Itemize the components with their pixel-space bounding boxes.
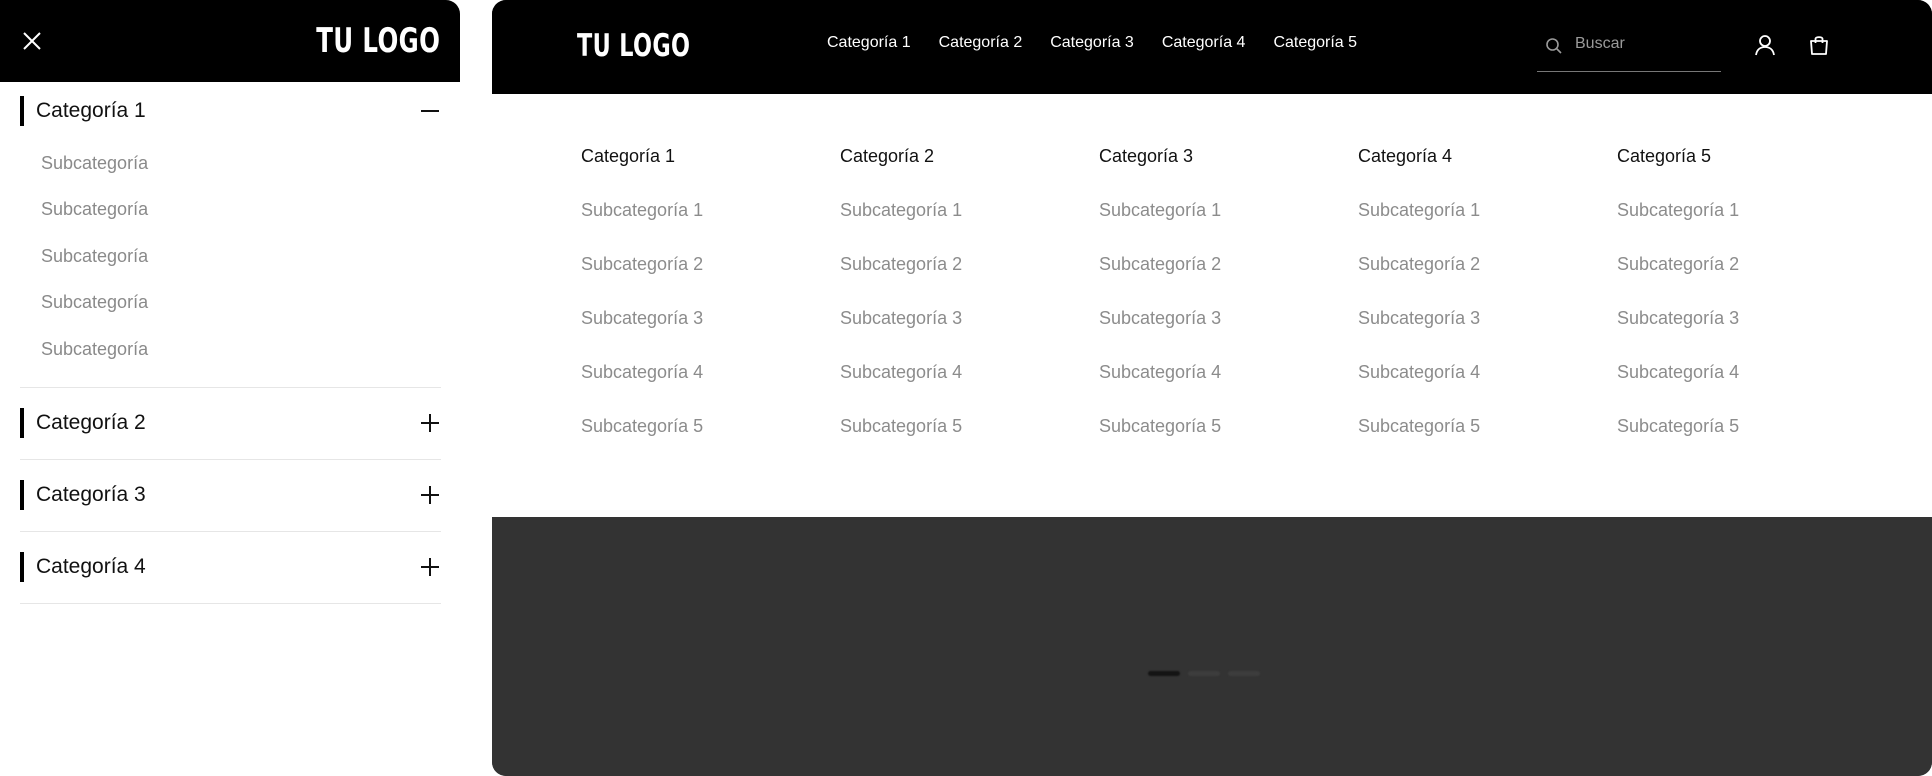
mobile-category-label: Categoría 2 bbox=[36, 411, 146, 434]
mega-menu: Categoría 1 Subcategoría 1 Subcategoría 2 S… bbox=[492, 94, 1932, 517]
accent-bar bbox=[20, 96, 24, 126]
nav-item-categoria-1[interactable]: Categoría 1 bbox=[827, 34, 911, 52]
mobile-category-label: Categoría 4 bbox=[36, 555, 146, 578]
mega-menu-link[interactable]: Subcategoría 1 bbox=[840, 200, 1060, 222]
search-icon bbox=[1545, 37, 1563, 55]
mobile-logo[interactable]: TU LOGO bbox=[316, 21, 440, 61]
mega-menu-link[interactable]: Subcategoría 5 bbox=[1358, 416, 1578, 438]
desktop-view: TU LOGO Categoría 1 Categoría 2 Categoría … bbox=[492, 0, 1932, 776]
mega-menu-link[interactable]: Subcategoría 1 bbox=[581, 200, 801, 222]
mega-menu-link[interactable]: Subcategoría 4 bbox=[581, 362, 801, 384]
mega-menu-link[interactable]: Subcategoría 5 bbox=[840, 416, 1060, 438]
mega-menu-link[interactable]: Subcategoría 2 bbox=[1358, 254, 1578, 276]
mega-menu-title[interactable]: Categoría 2 bbox=[840, 146, 1060, 168]
mega-menu-link[interactable]: Subcategoría 4 bbox=[1099, 362, 1319, 384]
mega-menu-link[interactable]: Subcategoría 2 bbox=[1617, 254, 1837, 276]
mega-menu-link[interactable]: Subcategoría 1 bbox=[1617, 200, 1837, 222]
mega-menu-link[interactable]: Subcategoría 1 bbox=[1358, 200, 1578, 222]
mobile-category-header[interactable]: Categoría 1 bbox=[20, 82, 441, 140]
carousel-dot[interactable] bbox=[1228, 671, 1260, 676]
mobile-category-header[interactable]: Categoría 2 bbox=[20, 388, 441, 459]
mega-menu-link[interactable]: Subcategoría 3 bbox=[1617, 308, 1837, 330]
mega-menu-link[interactable]: Subcategoría 3 bbox=[581, 308, 801, 330]
mega-menu-title[interactable]: Categoría 1 bbox=[581, 146, 801, 168]
mobile-category-title: Categoría 2 bbox=[20, 408, 146, 438]
mega-menu-link[interactable]: Subcategoría 2 bbox=[840, 254, 1060, 276]
carousel-indicators bbox=[1148, 671, 1260, 676]
mobile-subcategory-link[interactable]: Subcategoría bbox=[41, 233, 441, 280]
nav-item-categoria-2[interactable]: Categoría 2 bbox=[939, 34, 1023, 52]
close-icon[interactable] bbox=[20, 29, 44, 53]
mega-menu-link[interactable]: Subcategoría 2 bbox=[1099, 254, 1319, 276]
desktop-logo[interactable]: TU LOGO bbox=[577, 28, 690, 64]
mega-menu-column: Categoría 4 Subcategoría 1 Subcategoría 2 S… bbox=[1358, 146, 1578, 470]
mobile-category-label: Categoría 1 bbox=[36, 99, 146, 122]
mobile-subcategory-link[interactable]: Subcategoría bbox=[41, 187, 441, 234]
mobile-header: TU LOGO bbox=[0, 0, 460, 82]
main-nav: Categoría 1 Categoría 2 Categoría 3 Categor… bbox=[827, 34, 1385, 52]
mobile-category-title: Categoría 4 bbox=[20, 552, 146, 582]
accent-bar bbox=[20, 552, 24, 582]
mega-menu-link[interactable]: Subcategoría 3 bbox=[1358, 308, 1578, 330]
mega-menu-link[interactable]: Subcategoría 4 bbox=[840, 362, 1060, 384]
mega-menu-link[interactable]: Subcategoría 5 bbox=[1617, 416, 1837, 438]
mobile-category-header[interactable]: Categoría 3 bbox=[20, 460, 441, 531]
mobile-subcategory-link[interactable]: Subcategoría bbox=[41, 140, 441, 187]
desktop-header: TU LOGO Categoría 1 Categoría 2 Categoría … bbox=[492, 0, 1932, 94]
plus-icon[interactable] bbox=[419, 412, 441, 434]
mega-menu-link[interactable]: Subcategoría 3 bbox=[840, 308, 1060, 330]
mobile-category-title: Categoría 1 bbox=[20, 96, 146, 126]
user-icon[interactable] bbox=[1754, 34, 1776, 56]
plus-icon[interactable] bbox=[419, 484, 441, 506]
mega-menu-column: Categoría 3 Subcategoría 1 Subcategoría 2 S… bbox=[1099, 146, 1319, 470]
mobile-category: Categoría 1 Subcategoría Subcategoría Subca… bbox=[20, 82, 441, 388]
shopping-bag-icon[interactable] bbox=[1808, 34, 1830, 56]
mega-menu-link[interactable]: Subcategoría 3 bbox=[1099, 308, 1319, 330]
plus-icon[interactable] bbox=[419, 556, 441, 578]
mega-menu-column: Categoría 2 Subcategoría 1 Subcategoría 2 S… bbox=[840, 146, 1060, 470]
hero-banner bbox=[492, 517, 1932, 776]
nav-item-categoria-3[interactable]: Categoría 3 bbox=[1050, 34, 1134, 52]
mobile-menu-panel: TU LOGO Categoría 1 Subcategoría Subcatego… bbox=[0, 0, 460, 776]
search-box[interactable] bbox=[1537, 30, 1721, 72]
mega-menu-column: Categoría 1 Subcategoría 1 Subcategoría 2 S… bbox=[581, 146, 801, 470]
mobile-category-title: Categoría 3 bbox=[20, 480, 146, 510]
mega-menu-link[interactable]: Subcategoría 5 bbox=[1099, 416, 1319, 438]
mobile-category-label: Categoría 3 bbox=[36, 483, 146, 506]
carousel-dot[interactable] bbox=[1188, 671, 1220, 676]
accent-bar bbox=[20, 408, 24, 438]
nav-item-categoria-5[interactable]: Categoría 5 bbox=[1273, 34, 1357, 52]
mega-menu-title[interactable]: Categoría 4 bbox=[1358, 146, 1578, 168]
mobile-category: Categoría 3 bbox=[20, 460, 441, 532]
mega-menu-link[interactable]: Subcategoría 1 bbox=[1099, 200, 1319, 222]
mobile-category: Categoría 4 bbox=[20, 532, 441, 604]
mobile-subcategory-link[interactable]: Subcategoría bbox=[41, 280, 441, 327]
minus-icon[interactable] bbox=[419, 100, 441, 122]
mega-menu-link[interactable]: Subcategoría 2 bbox=[581, 254, 801, 276]
mega-menu-link[interactable]: Subcategoría 4 bbox=[1617, 362, 1837, 384]
carousel-dot[interactable] bbox=[1148, 671, 1180, 676]
mobile-category-list: Categoría 1 Subcategoría Subcategoría Subca… bbox=[20, 82, 441, 604]
mobile-category-header[interactable]: Categoría 4 bbox=[20, 532, 441, 603]
canvas: TU LOGO Categoría 1 Subcategoría Subcatego… bbox=[0, 0, 1932, 776]
mega-menu-link[interactable]: Subcategoría 4 bbox=[1358, 362, 1578, 384]
accent-bar bbox=[20, 480, 24, 510]
mega-menu-title[interactable]: Categoría 5 bbox=[1617, 146, 1837, 168]
mobile-subcategory-link[interactable]: Subcategoría bbox=[41, 326, 441, 373]
mega-menu-column: Categoría 5 Subcategoría 1 Subcategoría 2 S… bbox=[1617, 146, 1837, 470]
mega-menu-title[interactable]: Categoría 3 bbox=[1099, 146, 1319, 168]
mobile-subcategory-list: Subcategoría Subcategoría Subcategoría Subc… bbox=[20, 140, 441, 383]
mobile-category: Categoría 2 bbox=[20, 388, 441, 460]
nav-item-categoria-4[interactable]: Categoría 4 bbox=[1162, 34, 1246, 52]
mega-menu-link[interactable]: Subcategoría 5 bbox=[581, 416, 801, 438]
search-input[interactable] bbox=[1575, 35, 1715, 53]
